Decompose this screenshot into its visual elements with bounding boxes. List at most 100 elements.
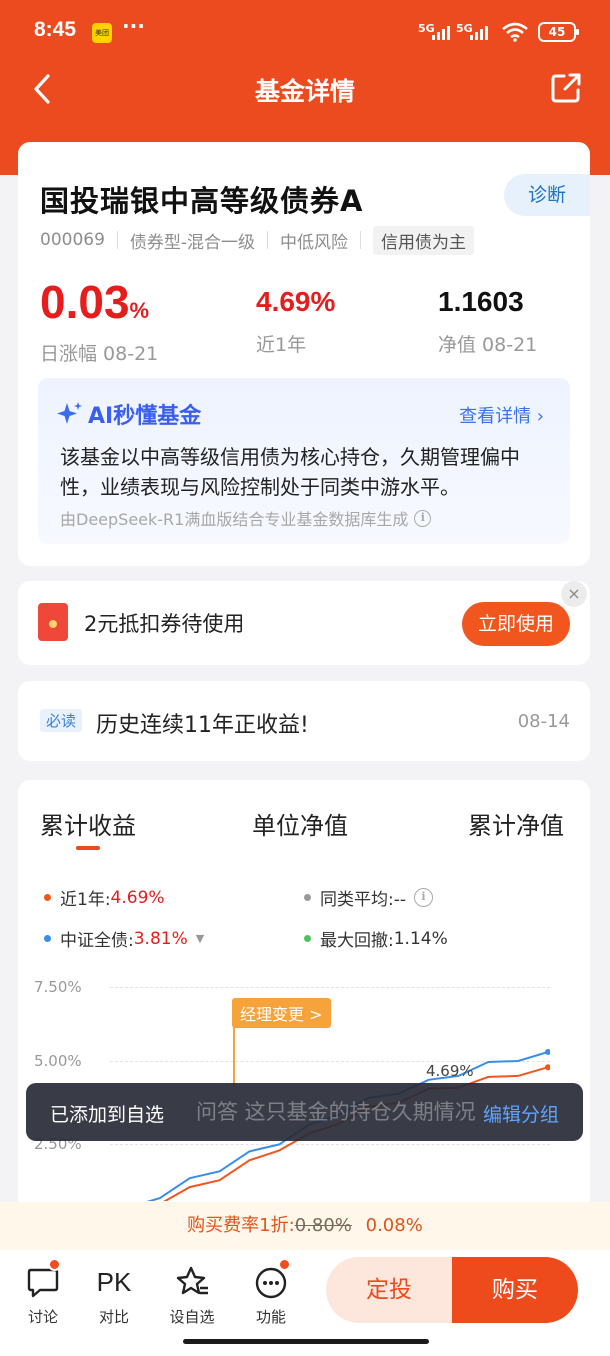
coupon-text: 2元抵扣券待使用 bbox=[84, 612, 245, 636]
fund-summary-card: 国投瑞银中高等级债券A 诊断 000069 债券型-混合一级 中低风险 信用债为… bbox=[18, 142, 590, 566]
news-card[interactable]: 必读 历史连续11年正收益! 08-14 bbox=[18, 681, 590, 761]
discuss-label: 讨论 bbox=[27, 1308, 58, 1326]
toast-message: 已添加到自选 bbox=[50, 1104, 165, 1126]
ai-summary-title: AI秒懂基金 bbox=[56, 398, 201, 430]
nav-value: 1.1603 bbox=[438, 286, 524, 317]
tag-divider bbox=[116, 231, 118, 249]
coupon-card: 2元抵扣券待使用 立即使用 bbox=[18, 581, 590, 665]
buy-button[interactable]: 购买 bbox=[452, 1257, 578, 1323]
fund-focus-tag: 信用债为主 bbox=[373, 225, 475, 255]
compare-label: 对比 bbox=[98, 1308, 129, 1326]
info-icon[interactable]: i bbox=[414, 509, 432, 527]
ai-summary-title-text: AI秒懂基金 bbox=[88, 404, 202, 429]
legend-dot bbox=[304, 935, 311, 942]
sparkle-icon bbox=[57, 402, 82, 424]
legend-fund: 近1年: 4.69% bbox=[44, 885, 165, 910]
add-watchlist-label: 设自选 bbox=[169, 1308, 215, 1326]
legend-fund-value: 4.69% bbox=[110, 887, 165, 908]
page-title: 基金详情 bbox=[254, 77, 355, 106]
app-notification-icon: 美团 bbox=[92, 23, 112, 43]
signal-bars-icon-2 bbox=[470, 24, 494, 40]
discuss-button[interactable]: 讨论 bbox=[13, 1258, 73, 1327]
close-icon[interactable]: × bbox=[561, 581, 587, 607]
nav-stat: 1.1603 净值 08-21 bbox=[438, 278, 537, 357]
use-coupon-button[interactable]: 立即使用 bbox=[462, 602, 570, 646]
legend-peer-label: 同类平均:-- bbox=[320, 890, 406, 910]
red-envelope-icon bbox=[38, 603, 68, 641]
ai-summary-text: 该基金以中高等级信用债为核心持仓，久期管理偏中性，业绩表现与风险控制处于同类中游… bbox=[60, 445, 520, 499]
fee-prefix: 购买费率1折: bbox=[187, 1215, 295, 1236]
toast-underlay-text: 问答 这只基金的持仓久期情况 bbox=[196, 1100, 476, 1124]
tab-unit-nav[interactable]: 单位净值 bbox=[252, 806, 348, 841]
one-year-return-label: 近1年 bbox=[256, 334, 307, 356]
pk-icon: PK bbox=[96, 1267, 132, 1297]
tag-divider bbox=[360, 231, 362, 249]
tab-cumulative-return[interactable]: 累计收益 bbox=[40, 806, 136, 841]
legend-index[interactable]: 中证全债: 3.81% ▼ bbox=[44, 926, 204, 951]
y-tick-label: 5.00% bbox=[34, 1052, 82, 1070]
home-indicator bbox=[183, 1339, 429, 1344]
ai-summary-box[interactable]: AI秒懂基金 查看详情 › 该基金以中高等级信用债为核心持仓，久期管理偏中性，业… bbox=[38, 378, 570, 544]
diagnose-button[interactable]: 诊断 bbox=[504, 174, 590, 216]
nav-label: 净值 08-21 bbox=[438, 334, 538, 356]
compare-button[interactable]: PK 对比 bbox=[84, 1264, 144, 1327]
ai-source-text: 由DeepSeek-R1满血版结合专业基金数据库生成 bbox=[60, 510, 409, 529]
legend-fund-label: 近1年: bbox=[60, 890, 111, 910]
legend-drawdown-label: 最大回撤: bbox=[320, 931, 394, 951]
legend-dot bbox=[44, 935, 51, 942]
one-year-return-stat: 4.69% 近1年 bbox=[256, 278, 335, 357]
news-date: 08-14 bbox=[517, 711, 570, 732]
tag-divider bbox=[267, 231, 269, 249]
battery-icon: 45 bbox=[538, 22, 579, 42]
fee-discounted: 0.08% bbox=[365, 1215, 423, 1236]
signal-bars-icon-1 bbox=[432, 24, 456, 40]
legend-index-label: 中证全债: bbox=[60, 931, 134, 951]
fund-type: 债券型-混合一级 bbox=[129, 232, 256, 253]
legend-dot bbox=[304, 894, 311, 901]
share-icon[interactable] bbox=[548, 70, 584, 106]
must-read-badge: 必读 bbox=[40, 709, 83, 732]
manager-change-marker[interactable]: 经理变更 > bbox=[232, 998, 331, 1028]
daily-change-unit: % bbox=[129, 298, 150, 323]
legend-dot bbox=[44, 894, 51, 901]
fixed-investment-button[interactable]: 定投 bbox=[326, 1257, 452, 1323]
more-notifications-icon: ··· bbox=[122, 14, 145, 38]
tab-cumulative-nav[interactable]: 累计净值 bbox=[468, 806, 564, 841]
active-tab-indicator bbox=[76, 846, 100, 850]
add-watchlist-button[interactable]: 设自选 bbox=[162, 1264, 222, 1327]
edit-group-link[interactable]: 编辑分组 bbox=[483, 1100, 559, 1127]
fund-code: 000069 bbox=[40, 230, 105, 250]
daily-change-stat: 0.03% 日涨幅 08-21 bbox=[40, 278, 158, 366]
functions-button[interactable]: 功能 bbox=[241, 1258, 301, 1327]
fund-tags: 000069 债券型-混合一级 中低风险 信用债为主 bbox=[40, 225, 475, 255]
toast-notification: 已添加到自选 问答 这只基金的持仓久期情况 编辑分组 bbox=[26, 1083, 583, 1141]
daily-change-value: 0.03 bbox=[40, 276, 130, 328]
view-details-link[interactable]: 查看详情 › bbox=[459, 402, 544, 428]
status-bar: 8:45 美团 ··· 5G 5G 45 bbox=[34, 14, 579, 50]
manager-change-line bbox=[233, 1026, 235, 1086]
legend-peer: 同类平均:-- i bbox=[304, 885, 433, 910]
wifi-icon bbox=[502, 22, 528, 42]
notification-dot bbox=[278, 1258, 291, 1271]
series-end-point bbox=[545, 1064, 550, 1071]
series-end-point bbox=[545, 1049, 550, 1056]
legend-index-value: 3.81% bbox=[133, 928, 188, 949]
info-icon[interactable]: i bbox=[414, 888, 433, 907]
y-tick-label: 7.50% bbox=[34, 978, 82, 996]
risk-level: 中低风险 bbox=[280, 232, 349, 253]
star-icon bbox=[176, 1266, 208, 1295]
daily-change-label: 日涨幅 08-21 bbox=[40, 343, 159, 365]
fund-name: 国投瑞银中高等级债券A bbox=[40, 184, 364, 218]
fee-original: 0.80% bbox=[294, 1215, 352, 1236]
ai-source-note: 由DeepSeek-R1满血版结合专业基金数据库生成 i bbox=[60, 506, 432, 530]
fee-banner: 购买费率1折:0.80% 0.08% bbox=[0, 1202, 610, 1250]
dropdown-triangle-icon[interactable]: ▼ bbox=[196, 932, 204, 945]
news-headline: 历史连续11年正收益! bbox=[96, 713, 309, 738]
notification-dot bbox=[48, 1258, 61, 1271]
functions-label: 功能 bbox=[255, 1308, 286, 1326]
series-end-label: 4.69% bbox=[426, 1062, 474, 1080]
one-year-return-value: 4.69% bbox=[256, 286, 336, 317]
legend-drawdown-value: 1.14% bbox=[393, 928, 448, 949]
status-time: 8:45 bbox=[34, 18, 77, 41]
legend-drawdown: 最大回撤: 1.14% bbox=[304, 926, 448, 951]
